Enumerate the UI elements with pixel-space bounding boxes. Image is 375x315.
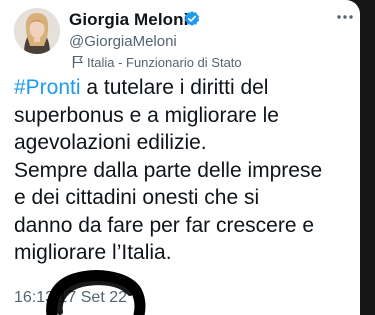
display-name[interactable]: Giorgia Meloni — [69, 10, 188, 30]
tweet-text-line: e dei cittadini onesti che si — [14, 186, 260, 209]
tweet-text-line: Sempre dalla parte delle imprese — [14, 158, 323, 182]
tweet-date: 17 Set 22 — [58, 289, 128, 306]
tweet-timestamp[interactable]: 16:13 17 Set 22 — [14, 289, 127, 307]
affiliation-label: Italia - Funzionario di Stato — [72, 54, 242, 70]
tweet-text-line: superbonus e a migliorare le — [14, 103, 279, 127]
verified-badge-icon — [184, 11, 200, 26]
tweet-text-line: #Pronti a tutelare i diritti del — [14, 74, 354, 102]
tweet-text-line: agevolazioni edilizie. — [14, 131, 207, 154]
tweet-text-line: migliorare l’Italia. — [14, 241, 172, 264]
affiliation-label-text: Italia - Funzionario di Stato — [87, 54, 242, 70]
tweet-time: 16:13 — [14, 289, 55, 306]
screenshot-frame: Giorgia Meloni @GiorgiaMeloni Italia - F… — [0, 0, 375, 315]
tweet-text: #Pronti a tutelare i diritti del superbo… — [14, 74, 354, 267]
avatar-photo — [14, 8, 60, 54]
tweet-text-line: danno da fare per far crescere e — [14, 213, 315, 237]
more-options-icon[interactable] — [336, 14, 354, 20]
tweet-card[interactable]: Giorgia Meloni @GiorgiaMeloni Italia - F… — [0, 0, 360, 315]
flag-icon — [72, 55, 83, 68]
hashtag-link[interactable]: #Pronti — [14, 76, 81, 99]
tweet-text-segment: a tutelare i diritti del — [80, 76, 269, 99]
user-handle[interactable]: @GiorgiaMeloni — [69, 33, 177, 50]
avatar[interactable] — [14, 8, 60, 54]
